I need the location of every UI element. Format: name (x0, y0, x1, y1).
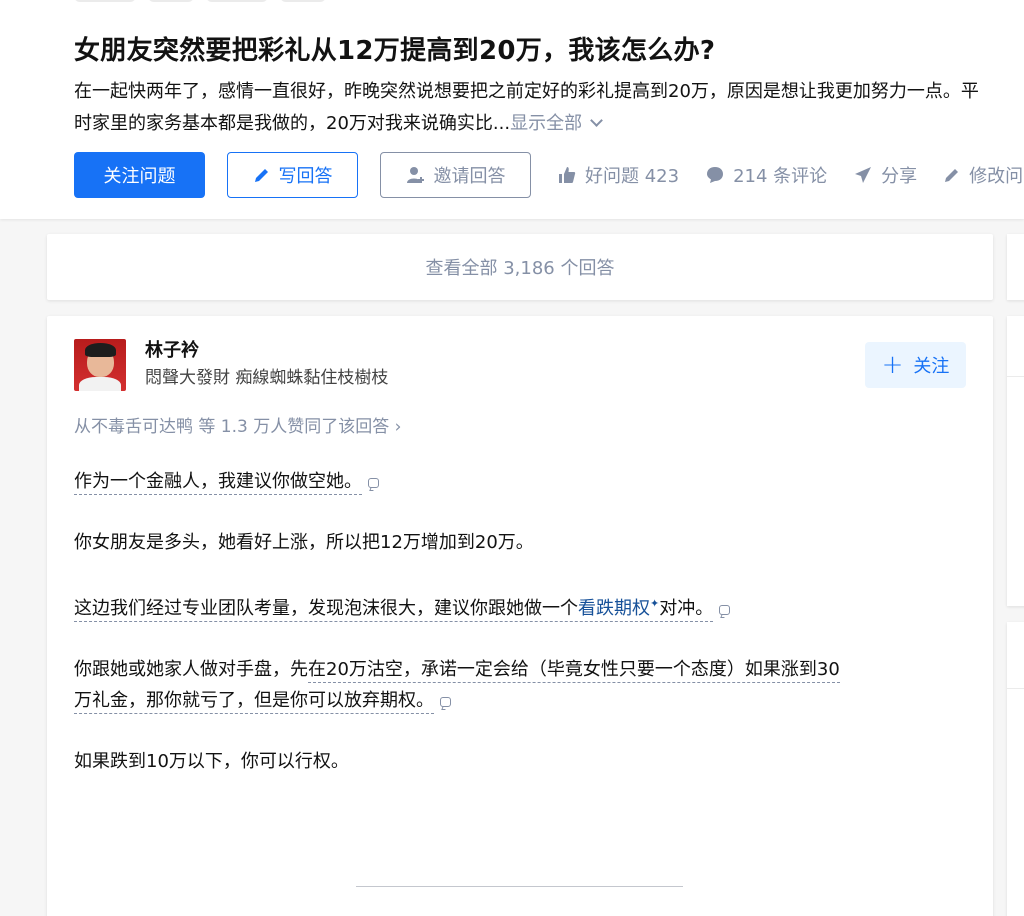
follow-author-button[interactable]: + 关注 (865, 342, 966, 388)
invite-answer-label: 邀请回答 (433, 166, 506, 187)
edit-question-label: 修改问 (969, 166, 1024, 187)
answer-author: 林子衿 悶聲大發財 痴線蜘蛛黏住枝樹枝 (74, 339, 388, 391)
keyword-link-text: 看跌期权 (578, 598, 650, 619)
share-button[interactable]: 分享 (853, 162, 917, 188)
highlighted-text[interactable]: 这边我们经过专业团队考量，发现泡沫很大，建议你跟她做一个看跌期权✦对冲。 (74, 597, 714, 622)
sparkle-icon: ✦ (650, 597, 660, 610)
comment-bubble-icon[interactable] (368, 478, 379, 488)
follow-author-label: 关注 (913, 356, 950, 377)
keyword-link[interactable]: 看跌期权✦ (578, 597, 660, 619)
answer-content: 作为一个金融人，我建议你做空她。 你女朋友是多头，她看好上涨，所以把12万增加到… (74, 466, 964, 807)
paragraph-text: 对冲。 (659, 598, 714, 619)
highlighted-text[interactable]: 作为一个金融人，我建议你做空她。 (74, 471, 362, 495)
author-info: 林子衿 悶聲大發財 痴線蜘蛛黏住枝樹枝 (145, 339, 388, 391)
answer-card: 林子衿 悶聲大發財 痴線蜘蛛黏住枝樹枝 + 关注 从不毒舌可达鸭 等 1.3 万… (47, 316, 993, 916)
sidebar-card (1007, 316, 1024, 606)
paper-plane-icon (855, 167, 872, 183)
write-answer-label: 写回答 (278, 166, 333, 187)
answer-paragraph: 如果跌到10万以下，你可以行权。 (74, 751, 349, 772)
author-name[interactable]: 林子衿 (145, 339, 388, 363)
question-description: 在一起快两年了，感情一直很好，昨晚突然说想要把之前定好的彩礼提高到20万，原因是… (74, 76, 994, 140)
share-label: 分享 (881, 166, 918, 187)
thumbs-up-icon (559, 167, 576, 183)
view-all-answers[interactable]: 查看全部 3,186 个回答 (47, 234, 993, 300)
author-signature: 悶聲大發財 痴線蜘蛛黏住枝樹枝 (145, 368, 389, 388)
edit-question-button[interactable]: 修改问 (943, 162, 1023, 188)
comments-label: 214 条评论 (733, 166, 828, 187)
question-actions: 关注问题 写回答 邀请回答 好问题 423 214 条评论 分享 修改问 (74, 152, 1023, 198)
sidebar-card (1007, 234, 1024, 300)
sidebar-card (1007, 622, 1024, 916)
chevron-down-icon[interactable] (590, 114, 603, 127)
answer-paragraph: 这边我们经过专业团队考量，发现泡沫很大，建议你跟她做一个看跌期权✦对冲。 (74, 588, 964, 624)
question-title: 女朋友突然要把彩礼从12万提高到20万，我该怎么办? (74, 36, 716, 66)
follow-question-button[interactable]: 关注问题 (74, 152, 205, 198)
good-question-label: 好问题 423 (585, 166, 680, 187)
comments-button[interactable]: 214 条评论 (705, 162, 827, 188)
paragraph-text: 你跟她或她家人做对手盘，先 (74, 659, 308, 680)
paragraph-text: 这边我们经过专业团队考量，发现泡沫很大，建议你跟她做一个 (74, 598, 578, 619)
comment-icon (707, 167, 724, 183)
question-header: 女朋友突然要把彩礼从12万提高到20万，我该怎么办? 在一起快两年了，感情一直很… (0, 0, 1024, 219)
good-question-button[interactable]: 好问题 423 (557, 162, 679, 188)
topic-tags[interactable] (74, 0, 326, 2)
pencil-icon (254, 169, 268, 182)
plus-icon: + (881, 350, 904, 380)
write-answer-button[interactable]: 写回答 (227, 152, 358, 198)
answer-paragraph: 你女朋友是多头，她看好上涨，所以把12万增加到20万。 (74, 532, 534, 553)
divider (356, 886, 683, 887)
invite-answer-button[interactable]: 邀请回答 (380, 152, 531, 198)
answer-paragraph: 作为一个金融人，我建议你做空她。 (74, 466, 964, 497)
show-all-link[interactable]: 显示全部 (510, 113, 582, 134)
answer-paragraph: 你跟她或她家人做对手盘，先在20万沽空，承诺一定会给（毕竟女性只要一个态度）如果… (74, 654, 964, 716)
pencil-icon (945, 169, 959, 182)
avatar[interactable] (74, 339, 126, 391)
highlighted-text[interactable]: 万礼金，那你就亏了，但是你可以放弃期权。 (74, 690, 434, 714)
highlighted-text[interactable]: 在20万沽空，承诺一定会给（毕竟女性只要一个态度）如果涨到30 (308, 659, 840, 683)
voters-summary[interactable]: 从不毒舌可达鸭 等 1.3 万人赞同了该回答 › (74, 412, 401, 437)
comment-bubble-icon[interactable] (440, 697, 451, 707)
invite-user-icon (406, 167, 424, 183)
comment-bubble-icon[interactable] (719, 605, 731, 615)
